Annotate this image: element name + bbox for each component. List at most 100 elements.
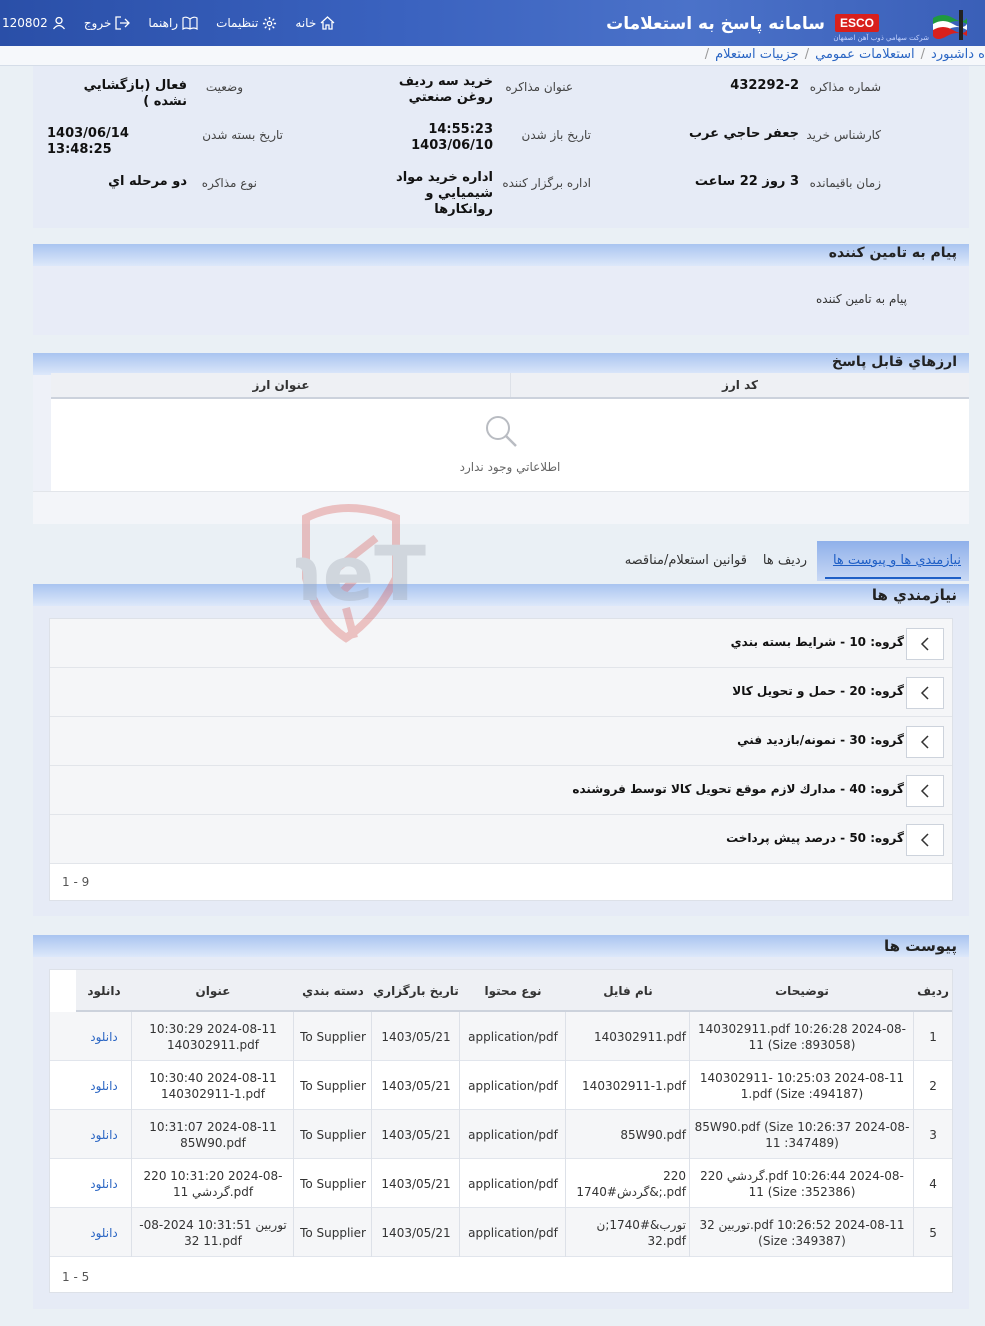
requirement-group[interactable]: گروه: 50 - درصد پيش پرداخت xyxy=(50,815,952,864)
cell-download: دانلود xyxy=(76,1061,132,1110)
cell-category: To Supplier xyxy=(300,1225,366,1240)
table-row: 4 220 گردشي.pdf 10:26:44 2024-08-11 (Size… xyxy=(50,1159,952,1208)
buyer-expert-value: جعفر حاجي عرب xyxy=(688,126,799,141)
download-link[interactable]: دانلود xyxy=(90,1127,118,1143)
cell-description: توربين 32.pdf 10:26:52 2024-08-11 (Size … xyxy=(699,1217,905,1248)
tab-rules[interactable]: قوانين استعلام/مناقصه xyxy=(625,553,747,568)
tab-requirements-attachments[interactable]: نيازمندي ها و پيوست ها xyxy=(833,553,961,568)
requirement-group[interactable]: گروه: 10 - شرايط بسته بندي xyxy=(50,619,952,668)
cell-content-type: application/pdf xyxy=(468,1078,558,1093)
cell-category: To Supplier xyxy=(300,1127,366,1142)
cell-upload-date: 1403/05/21 xyxy=(381,1225,451,1240)
expand-button[interactable] xyxy=(906,824,944,856)
chevron-left-icon xyxy=(920,735,929,749)
esco-logo: ESCO xyxy=(835,14,879,32)
cell-description: 220 گردشي.pdf 10:26:44 2024-08-11 (Size … xyxy=(700,1168,904,1199)
table-row: 3 85W90.pdf (Size 10:26:37 2024-08-11 :34… xyxy=(50,1110,952,1159)
col-download-header[interactable]: دانلود xyxy=(76,970,132,1012)
requirement-group[interactable]: گروه: 30 - نمونه/بازديد فني xyxy=(50,717,952,766)
requirements-list: گروه: 10 - شرايط بسته بندي گروه: 20 - حم… xyxy=(49,618,953,901)
expand-button[interactable] xyxy=(906,628,944,660)
exit-button[interactable]: خروج xyxy=(84,16,131,30)
col-upload-date-header[interactable]: تاريخ بارگزاري xyxy=(372,970,460,1012)
logout-icon xyxy=(115,16,131,30)
exit-label: خروج xyxy=(83,16,112,30)
cell-filename: 140302911-1.pdf xyxy=(582,1078,686,1093)
cell-row-number: 2 xyxy=(929,1078,937,1093)
cell-filename: 220 گردش#1740&;.pdf xyxy=(576,1168,686,1199)
requirement-group-label: گروه: 30 - نمونه/بازديد فني xyxy=(737,733,904,747)
negotiation-title-value: خريد سه رديف روغن صنعتي xyxy=(398,74,493,105)
chevron-left-icon xyxy=(920,637,929,651)
home-button[interactable]: خانه xyxy=(295,16,335,30)
gear-icon xyxy=(263,16,277,30)
settings-button[interactable]: تنظيمات xyxy=(216,16,277,31)
close-date-value: 1403/06/14 13:48:25 xyxy=(47,126,129,157)
requirement-group-label: گروه: 10 - شرايط بسته بندي xyxy=(730,635,904,649)
remaining-time-label: زمان باقيمانده xyxy=(809,176,881,190)
cell-filename: 140302911.pdf xyxy=(594,1029,686,1044)
cell-filename: تورب&#1740;ن 32.pdf xyxy=(596,1217,686,1248)
brand: ESCO شركت سهامي ذوب آهن اصفهان سامانه پا… xyxy=(606,0,985,46)
requirement-group-label: گروه: 40 - مدارك لازم موقع تحويل كالا تو… xyxy=(572,782,904,796)
cell-upload-date: 1403/05/21 xyxy=(381,1127,451,1142)
cell-row-number: 4 xyxy=(929,1176,937,1191)
expand-button[interactable] xyxy=(906,677,944,709)
open-date-value: 14:55:23 1403/06/10 xyxy=(411,122,493,153)
app-title: سامانه پاسخ به استعلامات xyxy=(606,14,825,34)
status-value: فعال (بازگشايي نشده ) xyxy=(83,78,187,109)
requirement-group[interactable]: گروه: 40 - مدارك لازم موقع تحويل كالا تو… xyxy=(50,766,952,815)
cell-upload-date: 1403/05/21 xyxy=(381,1078,451,1093)
help-button[interactable]: راهنما xyxy=(148,16,198,30)
esco-subtitle: شركت سهامي ذوب آهن اصفهان xyxy=(833,34,929,42)
top-bar: ESCO شركت سهامي ذوب آهن اصفهان سامانه پا… xyxy=(0,0,985,46)
organizer-label: اداره برگزار كننده xyxy=(502,176,591,190)
download-link[interactable]: دانلود xyxy=(90,1078,118,1094)
requirement-group[interactable]: گروه: 20 - حمل و تحويل كالا xyxy=(50,668,952,717)
cell-row-number: 5 xyxy=(929,1225,937,1240)
col-title-header[interactable]: عنوان xyxy=(132,970,294,1012)
cell-download: دانلود xyxy=(76,1012,132,1061)
book-icon xyxy=(182,16,198,30)
cell-download: دانلود xyxy=(76,1110,132,1159)
user-id: 120802 xyxy=(2,16,48,30)
breadcrumb-dashboard[interactable]: ه داشبورد xyxy=(931,47,985,62)
buyer-expert-label: كارشناس خريد xyxy=(806,128,881,142)
col-row-header[interactable]: رديف xyxy=(914,970,952,1012)
currencies-table: كد ارز عنوان ارز اطلاعاتي وجود ندارد xyxy=(51,373,969,491)
breadcrumb-public-inquiries[interactable]: استعلامات عمومي xyxy=(815,47,915,62)
currency-title-header[interactable]: عنوان ارز xyxy=(51,373,511,397)
table-row: 5 توربين 32.pdf 10:26:52 2024-08-11 (Size… xyxy=(50,1208,952,1257)
col-category-header[interactable]: دسته بندي xyxy=(294,970,372,1012)
cell-title: توربين 10:31:51 2024-08-11 32.pdf xyxy=(139,1217,287,1248)
breadcrumb-inquiry-details[interactable]: جزييات استعلام xyxy=(715,47,799,62)
settings-label: تنظيمات xyxy=(216,16,259,30)
cell-category: To Supplier xyxy=(300,1078,366,1093)
expand-button[interactable] xyxy=(906,775,944,807)
cell-upload-date: 1403/05/21 xyxy=(381,1029,451,1044)
col-filename-header[interactable]: نام فايل xyxy=(566,970,690,1012)
close-date-label: تاريخ بسته شدن xyxy=(202,128,283,142)
cell-category: To Supplier xyxy=(300,1176,366,1191)
home-label: خانه xyxy=(295,16,317,30)
expand-button[interactable] xyxy=(906,726,944,758)
currency-code-header[interactable]: كد ارز xyxy=(511,373,969,397)
download-link[interactable]: دانلود xyxy=(90,1176,118,1192)
col-content-type-header[interactable]: نوع محتوا xyxy=(460,970,566,1012)
download-link[interactable]: دانلود xyxy=(90,1029,118,1045)
download-link[interactable]: دانلود xyxy=(90,1225,118,1241)
col-description-header[interactable]: توضيحات xyxy=(690,970,914,1012)
cell-title: 10:30:29 2024-08-11 140302911.pdf xyxy=(149,1021,277,1052)
user-menu[interactable]: 120802 xyxy=(2,16,66,30)
requirement-group-label: گروه: 50 - درصد پيش پرداخت xyxy=(726,831,904,845)
help-label: راهنما xyxy=(148,16,179,30)
negotiation-number-label: شماره مذاكره xyxy=(809,80,881,94)
open-date-label: تاريخ باز شدن xyxy=(521,128,591,142)
cell-description: 140302911.pdf 10:26:28 2024-08-11 (Size … xyxy=(698,1021,906,1052)
supplier-message-panel: پيام به تامين كننده پيام به تامين كننده xyxy=(33,244,969,335)
cell-title: 10:31:07 2024-08-11 85W90.pdf xyxy=(149,1119,277,1150)
inquiry-info: شماره مذاكره 432292-2 عنوان مذاكره خريد … xyxy=(33,66,969,228)
cell-filename: 85W90.pdf xyxy=(620,1127,686,1142)
tab-rows[interactable]: رديف ها xyxy=(763,553,807,568)
cell-content-type: application/pdf xyxy=(468,1029,558,1044)
